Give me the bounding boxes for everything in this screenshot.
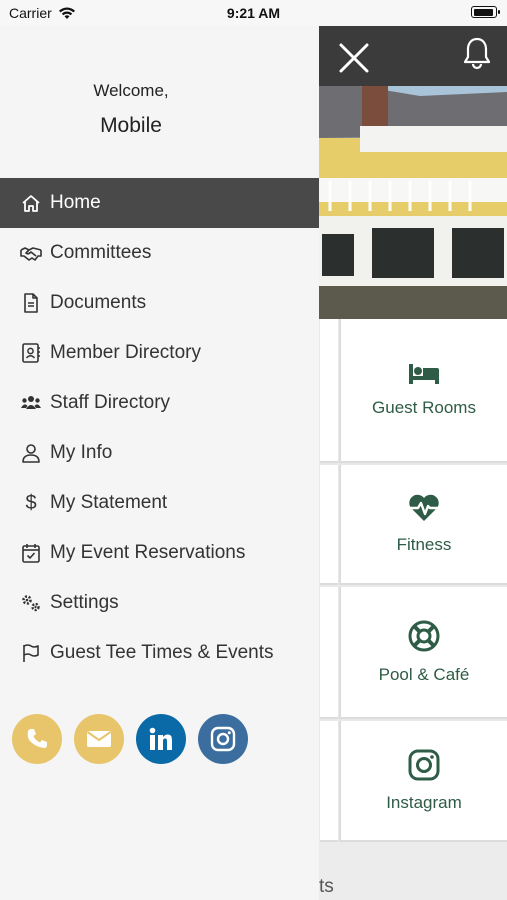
navigation-drawer: Welcome, Mobile Home Committees Document…: [0, 26, 319, 900]
linkedin-icon: [149, 727, 172, 750]
email-icon: [86, 731, 112, 747]
menu-item-label: My Statement: [50, 492, 168, 513]
menu-item-member-directory[interactable]: Member Directory: [0, 328, 319, 378]
calendar-check-icon: [20, 542, 42, 564]
menu-item-label: Guest Tee Times & Events: [50, 642, 274, 663]
menu-item-label: My Event Reservations: [50, 542, 246, 563]
menu-item-label: Settings: [50, 592, 119, 613]
clock: 9:21 AM: [226, 5, 281, 21]
menu-item-label: Home: [50, 192, 101, 213]
phone-icon: [27, 729, 47, 748]
tile-fitness[interactable]: Fitness: [339, 465, 507, 585]
bed-icon: [409, 364, 439, 384]
handshake-icon: [20, 242, 42, 264]
member-directory-icon: [20, 342, 42, 364]
linkedin-button[interactable]: [136, 714, 186, 764]
menu-item-label: Documents: [50, 292, 147, 313]
status-bar: Carrier 9:21 AM: [0, 0, 507, 26]
instagram-icon: [210, 726, 236, 752]
menu-item-label: Member Directory: [50, 342, 201, 363]
tile-partial: [320, 319, 338, 463]
user-icon: [20, 442, 42, 464]
menu-item-staff-directory[interactable]: Staff Directory: [0, 378, 319, 428]
tile-label: Instagram: [386, 792, 462, 812]
tile-partial: [320, 721, 338, 842]
drawer-menu: Home Committees Documents Member Directo…: [0, 178, 319, 678]
dollar-icon: $: [25, 491, 37, 514]
tile-partial: [320, 587, 338, 719]
menu-item-guest-tee-times[interactable]: Guest Tee Times & Events: [0, 628, 319, 678]
gears-icon: [20, 592, 42, 614]
social-links: [12, 714, 248, 764]
menu-item-my-info[interactable]: My Info: [0, 428, 319, 478]
phone-button[interactable]: [12, 714, 62, 764]
home-icon: [20, 192, 42, 214]
staff-directory-icon: [20, 392, 42, 414]
menu-item-label: My Info: [50, 442, 113, 463]
menu-item-committees[interactable]: Committees: [0, 228, 319, 278]
menu-item-settings[interactable]: Settings: [0, 578, 319, 628]
tile-label: Guest Rooms: [372, 398, 476, 417]
welcome-label: Welcome,: [93, 81, 169, 100]
close-icon[interactable]: [336, 40, 372, 76]
bottom-partial-text: ts: [319, 876, 334, 897]
menu-item-documents[interactable]: Documents: [0, 278, 319, 328]
instagram-button[interactable]: [198, 714, 248, 764]
flag-icon: [20, 642, 42, 664]
user-name: Mobile: [100, 114, 162, 137]
tile-label: Fitness: [396, 535, 452, 554]
heartbeat-icon: [409, 494, 439, 521]
tile-partial: [320, 465, 338, 585]
menu-item-my-statement[interactable]: $ My Statement: [0, 478, 319, 528]
document-icon: [20, 292, 42, 314]
menu-item-home[interactable]: Home: [0, 178, 319, 228]
instagram-icon: [408, 749, 440, 780]
tile-guest-rooms[interactable]: Guest Rooms: [339, 319, 507, 463]
menu-item-label: Committees: [50, 242, 152, 263]
battery-icon: [471, 6, 500, 18]
email-button[interactable]: [74, 714, 124, 764]
tile-label: Pool & Café: [378, 665, 470, 684]
bell-icon[interactable]: [462, 36, 492, 70]
menu-item-my-event-reservations[interactable]: My Event Reservations: [0, 528, 319, 578]
life-ring-icon: [408, 620, 440, 652]
tile-pool-cafe[interactable]: Pool & Café: [339, 587, 507, 719]
tile-instagram[interactable]: Instagram: [339, 721, 507, 842]
menu-item-label: Staff Directory: [50, 392, 171, 413]
